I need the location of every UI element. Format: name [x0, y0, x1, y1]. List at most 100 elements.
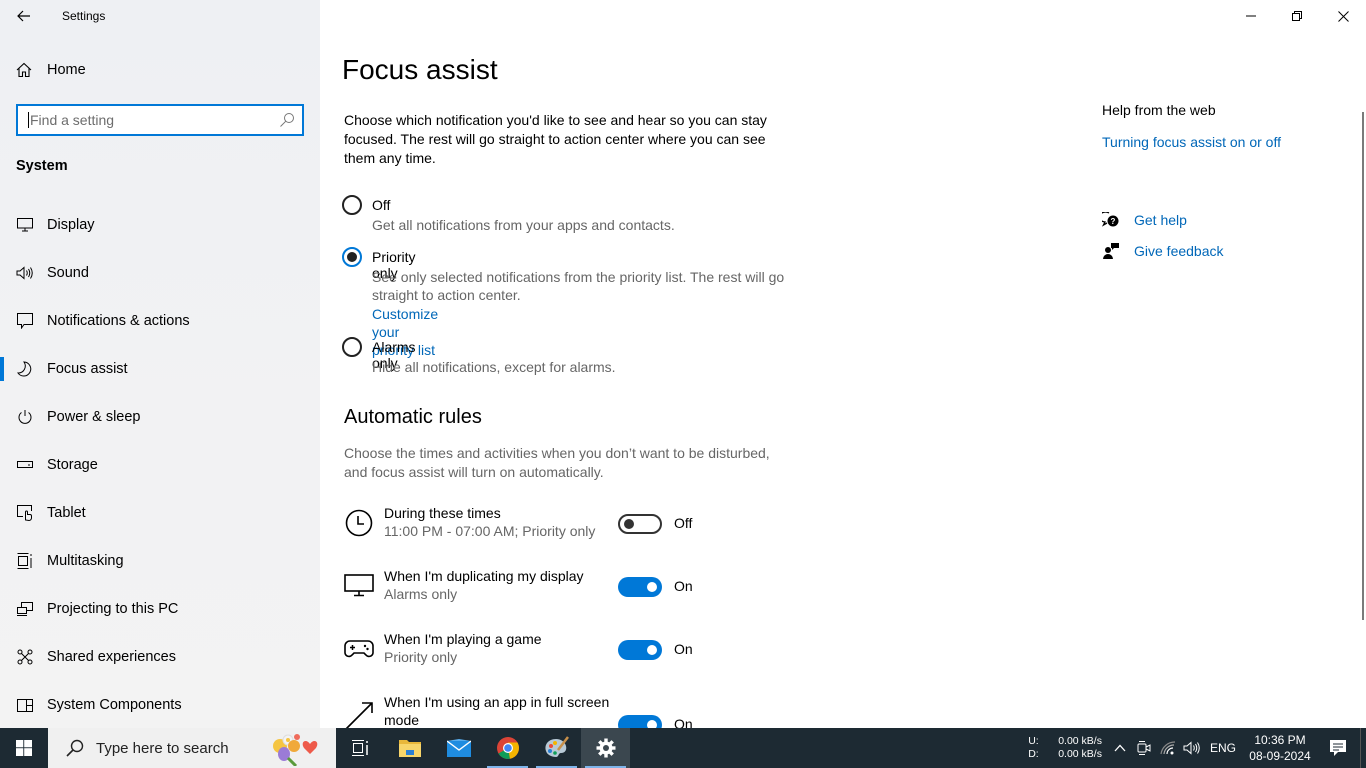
- clock-icon: [344, 508, 374, 538]
- search-input[interactable]: [28, 112, 268, 128]
- rule-title[interactable]: During these times: [384, 504, 624, 522]
- sidebar-item-projecting[interactable]: Projecting to this PC: [0, 585, 320, 633]
- task-view-button[interactable]: [336, 728, 385, 768]
- home-label: Home: [47, 62, 86, 78]
- taskbar-search[interactable]: Type here to search: [48, 728, 336, 768]
- rule-subtitle: 11:00 PM - 07:00 AM; Priority only: [384, 523, 596, 539]
- components-icon: [16, 696, 34, 714]
- wifi-icon: [1160, 741, 1176, 755]
- monitor-icon: [344, 571, 374, 601]
- taskbar-search-placeholder: Type here to search: [96, 739, 229, 757]
- sidebar-item-label: Power & sleep: [47, 409, 141, 425]
- show-desktop-button[interactable]: [1360, 728, 1366, 768]
- home-icon: [16, 62, 32, 78]
- monitor-icon: [16, 216, 34, 234]
- help-title: Help from the web: [1102, 102, 1216, 118]
- rule-title[interactable]: When I'm duplicating my display: [384, 567, 624, 585]
- projecting-icon: [16, 600, 34, 618]
- moon-icon: [16, 360, 34, 378]
- give-feedback-link[interactable]: Give feedback: [1102, 235, 1224, 266]
- sidebar-item-multitasking[interactable]: Multitasking: [0, 537, 320, 585]
- flower-bouquet-icon: [273, 734, 318, 766]
- radio-alarms-only[interactable]: [342, 337, 362, 357]
- clock[interactable]: 10:36 PM 08-09-2024: [1244, 732, 1316, 764]
- show-hidden-icons-button[interactable]: [1108, 728, 1132, 768]
- power-icon: [16, 408, 34, 426]
- folder-icon: [398, 740, 421, 757]
- sidebar-item-storage[interactable]: Storage: [0, 441, 320, 489]
- meet-now-button[interactable]: [1132, 728, 1156, 768]
- gamepad-icon: [344, 634, 374, 664]
- download-label: D:: [1028, 748, 1039, 760]
- home-link[interactable]: Home: [16, 62, 86, 78]
- get-help-link[interactable]: ? Get help: [1102, 204, 1224, 235]
- rule-toggle[interactable]: [618, 577, 662, 597]
- radio-priority-only[interactable]: [342, 247, 362, 267]
- language-indicator[interactable]: ENG: [1210, 741, 1236, 755]
- storage-icon: [16, 456, 34, 474]
- sidebar-item-notifications[interactable]: Notifications & actions: [0, 297, 320, 345]
- settings-taskbar-button[interactable]: [581, 728, 630, 768]
- network-button[interactable]: [1156, 728, 1180, 768]
- download-speed: 0.00 kB/s: [1058, 748, 1102, 760]
- start-button[interactable]: [0, 728, 48, 768]
- toggle-state: On: [674, 641, 693, 657]
- sidebar-item-shared-experiences[interactable]: Shared experiences: [0, 633, 320, 681]
- option-label[interactable]: Off: [372, 197, 390, 213]
- rule-toggle[interactable]: [618, 640, 662, 660]
- sidebar-item-display[interactable]: Display: [0, 201, 320, 249]
- chrome-button[interactable]: [483, 728, 532, 768]
- window-controls: [1228, 0, 1366, 32]
- app-title: Settings: [62, 9, 106, 23]
- automatic-rules-desc: Choose the times and activities when you…: [344, 445, 770, 480]
- sidebar-item-label: Projecting to this PC: [47, 601, 179, 617]
- rule-playing-game: When I'm playing a game Priority only On: [344, 628, 744, 678]
- network-speed-meter: U: D: 0.00 kB/s 0.00 kB/s: [1016, 735, 1102, 761]
- radio-off[interactable]: [342, 195, 362, 215]
- mail-icon: [446, 739, 471, 757]
- chevron-up-icon: [1114, 744, 1126, 752]
- sidebar-item-tablet[interactable]: Tablet: [0, 489, 320, 537]
- close-icon: [1337, 10, 1349, 22]
- sidebar-nav: Display Sound Notifications & actions Fo…: [0, 201, 320, 729]
- paint-palette-icon: [544, 736, 569, 757]
- rule-subtitle: Priority only: [384, 649, 458, 665]
- speaker-icon: [16, 264, 34, 282]
- file-explorer-button[interactable]: [385, 728, 434, 768]
- chrome-icon: [496, 737, 519, 759]
- minimize-button[interactable]: [1228, 0, 1274, 32]
- sidebar-item-system-components[interactable]: System Components: [0, 681, 320, 729]
- volume-icon: [1183, 741, 1200, 755]
- svg-text:?: ?: [1111, 217, 1116, 226]
- sidebar-item-focus-assist[interactable]: Focus assist: [0, 345, 320, 393]
- restore-button[interactable]: [1274, 0, 1320, 32]
- search-icon: [66, 739, 84, 757]
- search-box[interactable]: [16, 104, 304, 136]
- option-desc: Get all notifications from your apps and…: [372, 217, 675, 233]
- close-button[interactable]: [1320, 0, 1366, 32]
- action-center-button[interactable]: [1316, 728, 1360, 768]
- back-button[interactable]: [10, 4, 38, 28]
- volume-button[interactable]: [1180, 728, 1204, 768]
- toggle-state: Off: [674, 515, 693, 531]
- option-desc: See only selected notifications from the…: [372, 269, 785, 303]
- rule-toggle[interactable]: [618, 514, 662, 534]
- rule-title[interactable]: When I'm using an app in full screen mod…: [384, 693, 624, 729]
- sidebar: Settings Home System Display Sound Notif…: [0, 0, 320, 728]
- sidebar-item-power[interactable]: Power & sleep: [0, 393, 320, 441]
- sidebar-item-sound[interactable]: Sound: [0, 249, 320, 297]
- scrollbar[interactable]: [1362, 112, 1364, 620]
- rule-title[interactable]: When I'm playing a game: [384, 630, 624, 648]
- clock-date: 08-09-2024: [1249, 749, 1311, 763]
- mail-button[interactable]: [434, 728, 483, 768]
- rule-during-times: During these times 11:00 PM - 07:00 AM; …: [344, 502, 744, 552]
- paint-button[interactable]: [532, 728, 581, 768]
- help-actions: ? Get help Give feedback: [1102, 204, 1224, 266]
- help-web-link[interactable]: Turning focus assist on or off: [1102, 134, 1342, 150]
- get-help-label: Get help: [1134, 211, 1187, 228]
- search-icon[interactable]: [279, 112, 295, 128]
- clock-time: 10:36 PM: [1254, 733, 1306, 747]
- sidebar-item-label: System Components: [47, 697, 182, 713]
- toggle-state: On: [674, 578, 693, 594]
- camera-icon: [1137, 741, 1151, 755]
